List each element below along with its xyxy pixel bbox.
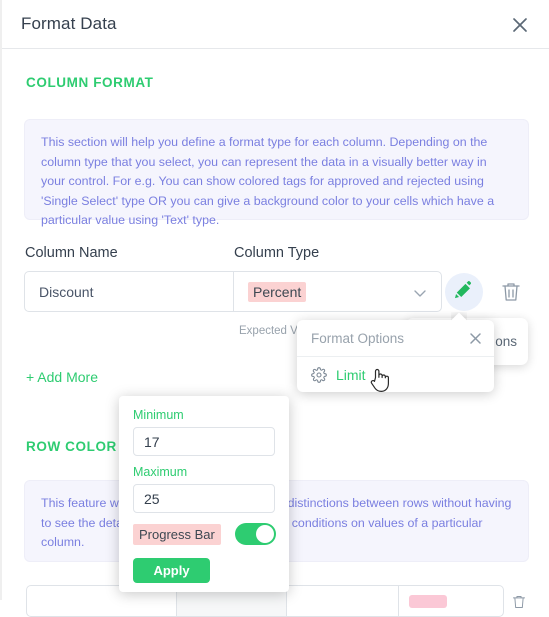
page-title: Format Data <box>21 14 117 33</box>
column-row: Discount Percent <box>24 271 442 312</box>
toggle-knob <box>256 525 274 543</box>
format-data-modal: Format Data COLUMN FORMAT This section w… <box>0 0 549 617</box>
menu-item-limit-label: Limit <box>336 366 366 383</box>
condition-value-cell[interactable] <box>287 586 399 616</box>
section-title-row-color: ROW COLOR <box>26 439 117 454</box>
add-more-button[interactable]: + Add More <box>26 369 98 385</box>
delete-column-button[interactable] <box>498 278 524 306</box>
limit-settings-panel: Minimum 17 Maximum 25 Progress Bar Apply <box>119 396 289 592</box>
paint-brush-icon <box>453 279 475 306</box>
trash-icon[interactable] <box>510 592 528 612</box>
modal-header: Format Data <box>2 0 549 49</box>
popover-title: Format Options <box>311 330 405 346</box>
column-type-select[interactable]: Percent <box>234 272 441 311</box>
expected-values-hint: Expected V <box>239 325 298 337</box>
close-icon[interactable] <box>467 330 484 347</box>
condition-color-cell[interactable] <box>399 586 503 616</box>
maximum-input[interactable]: 25 <box>133 484 275 513</box>
progress-bar-toggle[interactable] <box>235 523 276 545</box>
progress-bar-row: Progress Bar <box>133 522 276 546</box>
gear-icon <box>311 366 327 383</box>
trash-icon <box>498 283 524 310</box>
popover-header: Format Options <box>297 320 494 357</box>
progress-bar-label: Progress Bar <box>133 523 221 545</box>
paint-brush-button[interactable] <box>445 273 483 311</box>
maximum-label: Maximum <box>133 465 188 479</box>
minimum-label: Minimum <box>133 408 184 422</box>
section-title-column-format: COLUMN FORMAT <box>26 75 154 90</box>
close-icon[interactable] <box>507 12 533 38</box>
color-swatch <box>409 594 447 608</box>
apply-button[interactable]: Apply <box>133 558 210 583</box>
format-options-popover: Format Options Limit <box>297 320 494 392</box>
menu-item-limit[interactable]: Limit <box>297 357 494 392</box>
minimum-input[interactable]: 17 <box>133 427 275 456</box>
label-column-name: Column Name <box>25 245 118 261</box>
column-type-value: Percent <box>248 281 307 302</box>
label-column-type: Column Type <box>234 245 320 261</box>
column-format-info-box: This section will help you define a form… <box>24 119 529 227</box>
column-name-input[interactable]: Discount <box>25 272 234 311</box>
chevron-down-icon <box>412 285 428 304</box>
